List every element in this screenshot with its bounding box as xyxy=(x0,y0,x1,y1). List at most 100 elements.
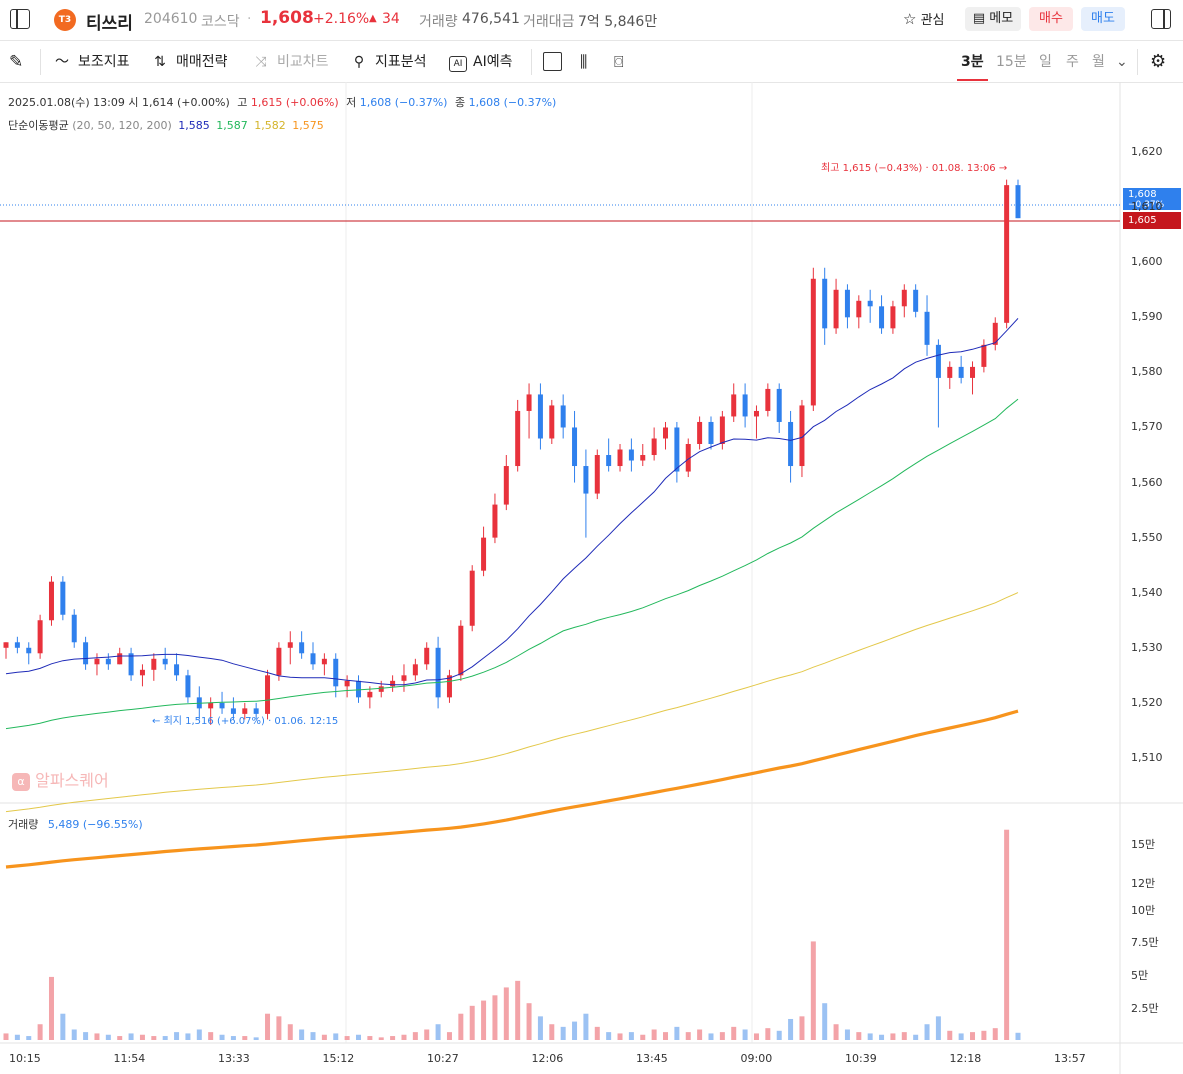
candle-body xyxy=(776,388,782,422)
toolbar-indicators[interactable]: 〜 보조지표 xyxy=(52,51,130,73)
interval-3m[interactable]: 3분 xyxy=(961,51,984,73)
volume-bar xyxy=(890,1033,896,1040)
candle-body xyxy=(310,653,316,665)
candle-type-icon[interactable]: ⫼ xyxy=(580,51,587,73)
volume-bar xyxy=(810,941,816,1040)
reference-price-tag-value: 1,605 xyxy=(1128,215,1157,226)
candle-body xyxy=(844,289,850,318)
candle-body xyxy=(117,653,123,665)
candle-body xyxy=(719,416,725,444)
candle-body xyxy=(128,653,134,676)
candle-body xyxy=(355,680,361,698)
toolbar-analysis-label: 지표분석 xyxy=(375,54,427,70)
toolbar-strategy-label: 매매전략 xyxy=(176,54,228,70)
candle-body xyxy=(333,658,339,687)
candle-body xyxy=(628,449,634,461)
volume-bar xyxy=(958,1033,964,1040)
memo-button[interactable]: ▤ 메모 xyxy=(965,7,1021,31)
candle-body xyxy=(913,289,919,312)
time-tick-label: 10:27 xyxy=(427,1052,459,1065)
sell-button[interactable]: 매도 xyxy=(1081,7,1125,31)
buy-button[interactable]: 매수 xyxy=(1029,7,1073,31)
time-tick-label: 13:57 xyxy=(1054,1052,1086,1065)
price-tick-label: 1,570 xyxy=(1131,420,1163,434)
low-annotation: ← 최지 1,516 (+6.07%) · 01.06. 12:15 xyxy=(152,716,339,727)
volume-bar xyxy=(788,1018,794,1040)
watch-button[interactable]: ☆ 관심 xyxy=(903,8,945,30)
sidebar-toggle-icon[interactable] xyxy=(10,9,30,29)
square-tool-icon[interactable] xyxy=(543,52,562,71)
interval-15m[interactable]: 15분 xyxy=(996,51,1027,73)
candle-body xyxy=(139,669,145,676)
candle-body xyxy=(753,410,759,417)
candle-body xyxy=(71,614,77,643)
candle-body xyxy=(856,300,862,318)
chevron-down-icon[interactable]: ⌄ xyxy=(1116,51,1128,73)
volume-bar xyxy=(265,1013,271,1040)
candle-body xyxy=(890,306,896,329)
volume-bar xyxy=(208,1032,214,1040)
candle-body xyxy=(1004,185,1010,323)
volume-bar xyxy=(14,1034,20,1040)
time-tick-label: 10:39 xyxy=(845,1052,877,1065)
reference-price-tag: 1,605 xyxy=(1123,212,1181,229)
candle-body xyxy=(390,680,396,687)
volume-bar xyxy=(503,987,509,1040)
change-percent: +2.16% xyxy=(313,11,370,27)
volume-bar xyxy=(446,1032,452,1040)
interval-week[interactable]: 주 xyxy=(1066,51,1079,73)
candle-body xyxy=(617,449,623,467)
candle-body xyxy=(526,394,532,411)
memo-icon: ▤ xyxy=(972,11,986,26)
candle-body xyxy=(970,366,976,378)
candle-body xyxy=(981,344,987,367)
candle-body xyxy=(594,455,600,494)
camera-icon[interactable]: ⌼ xyxy=(614,51,624,73)
toolbar-ai[interactable]: AI AI예측 xyxy=(449,51,512,73)
volume-value: 476,541 xyxy=(462,11,520,27)
volume-bar xyxy=(196,1029,202,1040)
candle-body xyxy=(265,675,271,714)
volume-bar xyxy=(26,1036,32,1040)
candle-body xyxy=(708,421,714,444)
ai-chip-icon: AI xyxy=(449,56,467,72)
candle-body xyxy=(822,278,828,329)
chart-toolbar: ✎ 〜 보조지표 ⇅ 매매전략 ⤨ 비교차트 ⚲ 지표분석 AI AI예측 ⫼ ⌼ 3분 … xyxy=(0,41,1183,83)
volume-bar xyxy=(537,1016,543,1040)
volume-bar xyxy=(412,1032,418,1040)
price-chart[interactable] xyxy=(0,82,1183,1074)
time-tick-label: 12:18 xyxy=(949,1052,982,1065)
draw-pencil-icon[interactable]: ✎ xyxy=(9,51,23,73)
volume-bar xyxy=(606,1032,612,1040)
stock-code: 204610 xyxy=(144,11,198,27)
candle-body xyxy=(48,581,54,621)
volume-bar xyxy=(299,1029,305,1040)
candle-body xyxy=(515,410,521,467)
interval-day[interactable]: 일 xyxy=(1039,51,1052,73)
candle-body xyxy=(412,664,418,676)
toolbar-compare[interactable]: ⤨ 비교차트 xyxy=(251,51,328,73)
volume-bar xyxy=(60,1013,66,1040)
current-price: 1,608 xyxy=(260,8,314,28)
volume-bar xyxy=(856,1032,862,1040)
toolbar-analysis[interactable]: ⚲ 지표분석 xyxy=(349,51,427,73)
settings-gear-icon[interactable]: ⚙ xyxy=(1150,51,1166,73)
volume-bar xyxy=(321,1034,327,1040)
time-tick-label: 10:15 xyxy=(9,1052,41,1065)
candle-body xyxy=(935,344,941,378)
price-tick-label: 1,610 xyxy=(1131,200,1163,214)
candle-body xyxy=(105,658,111,665)
candle-body xyxy=(731,394,737,417)
watch-label: 관심 xyxy=(920,13,945,28)
volume-bar xyxy=(355,1034,361,1040)
volume-bar xyxy=(640,1034,646,1040)
toolbar-strategy[interactable]: ⇅ 매매전략 xyxy=(150,51,228,73)
interval-month[interactable]: 월 xyxy=(1092,51,1105,73)
buy-label: 매수 xyxy=(1039,11,1063,26)
memo-label: 메모 xyxy=(989,11,1014,26)
panel-toggle-icon[interactable] xyxy=(1151,9,1171,29)
sell-label: 매도 xyxy=(1091,11,1115,26)
candle-body xyxy=(435,647,441,698)
candle-body xyxy=(788,421,794,467)
price-tick-label: 1,590 xyxy=(1131,310,1163,324)
